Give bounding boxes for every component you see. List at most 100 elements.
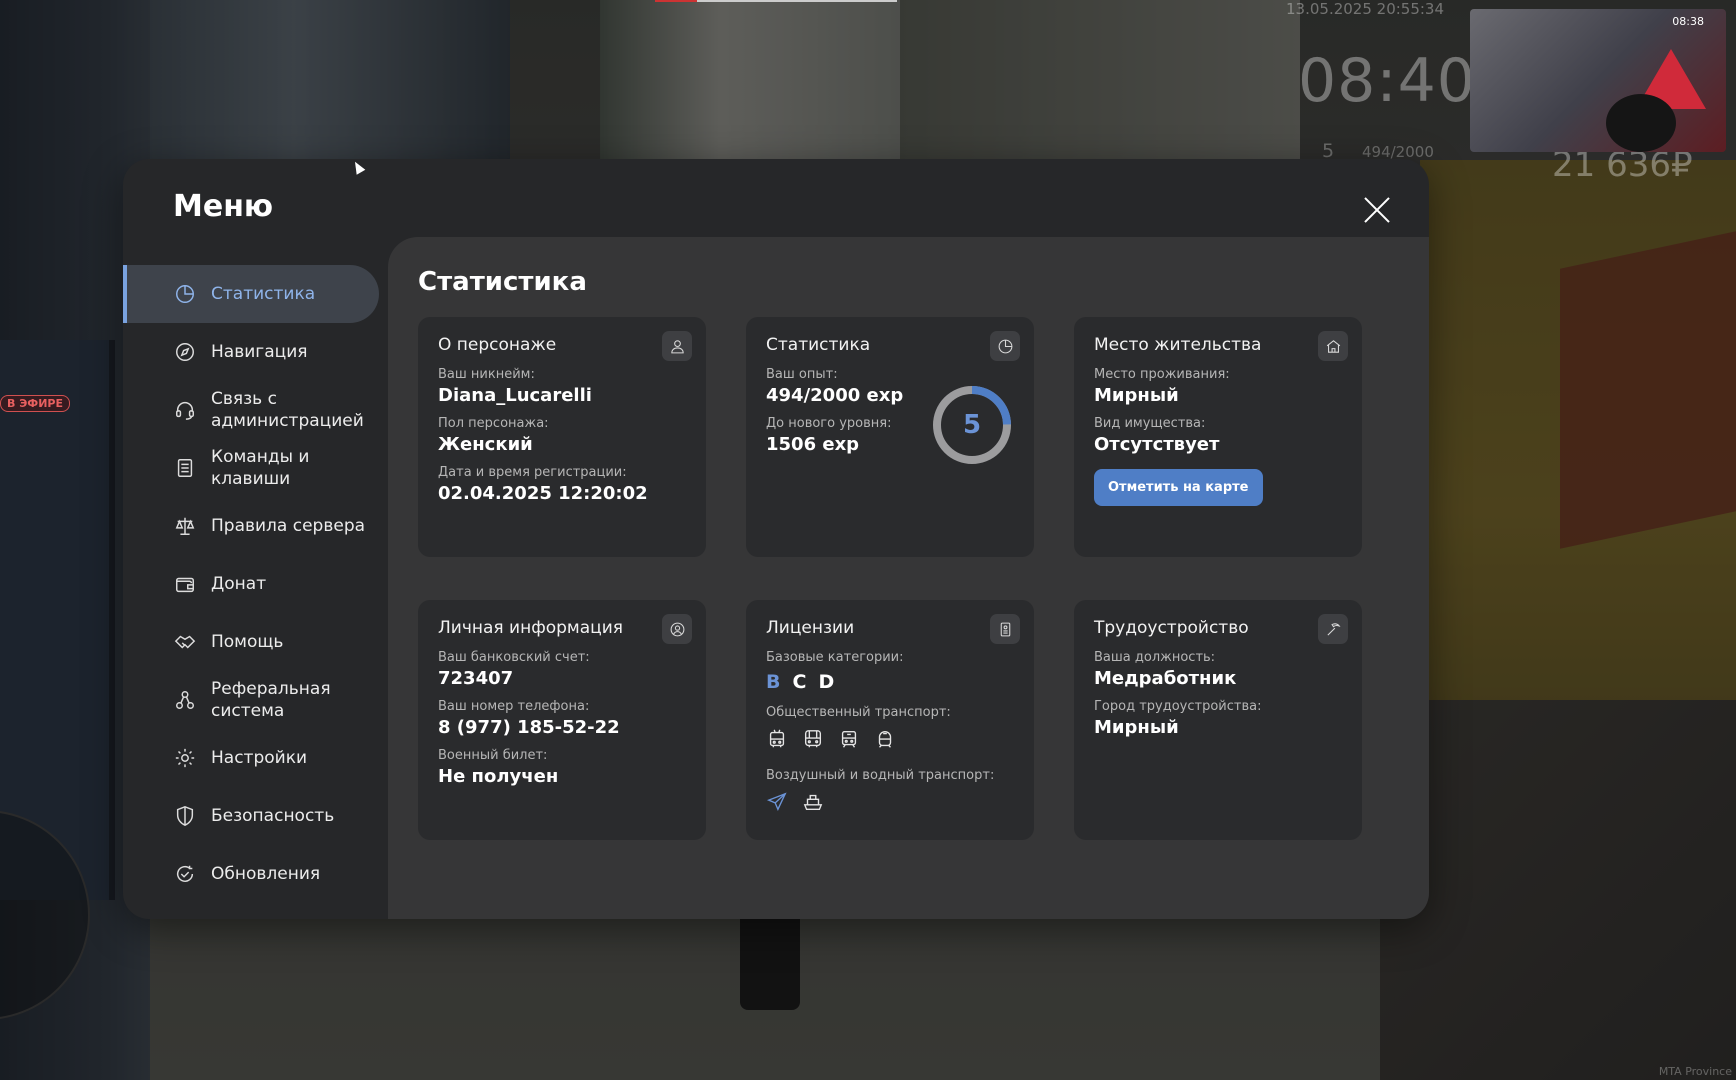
property-value: Отсутствует (1094, 434, 1220, 455)
sidebar-item-settings[interactable]: Настройки (123, 729, 379, 787)
shield-icon (173, 804, 197, 828)
sidebar-item-navigation[interactable]: Навигация (123, 323, 379, 381)
property-label: Вид имущества: (1094, 416, 1206, 431)
level-ring: 5 (932, 385, 1012, 465)
card-licenses: Лицензии Базовые категории: B C D Общест… (746, 600, 1034, 840)
job-city-label: Город трудоустройства: (1094, 699, 1262, 714)
license-icon (990, 614, 1020, 644)
sidebar-item-updates[interactable]: Обновления (123, 845, 379, 903)
public-transport-icons (766, 728, 1014, 754)
server-watermark: MTA Province (1658, 1065, 1732, 1078)
plane-icon (766, 791, 788, 817)
mark-on-map-button[interactable]: Отметить на карте (1094, 469, 1263, 506)
card-job: Трудоустройство Ваша должность: Медработ… (1074, 600, 1362, 840)
house-icon (1318, 331, 1348, 361)
air-water-transport-label: Воздушный и водный транспорт: (766, 768, 995, 783)
hud-time: 08:40 (1298, 46, 1476, 116)
base-categories-label: Базовые категории: (766, 650, 904, 665)
phone-value: 8 (977) 185-52-22 (438, 717, 620, 738)
menu-title: Меню (173, 189, 274, 224)
sidebar-item-label: Связь с администрацией (211, 389, 364, 431)
sidebar-item-label: Статистика (211, 284, 316, 304)
sidebar-item-label: Реферальная система (211, 679, 331, 721)
sidebar-item-help[interactable]: Помощь (123, 613, 379, 671)
compass-icon (173, 340, 197, 364)
hud-datetime: 13.05.2025 20:55:34 (1286, 0, 1445, 18)
sidebar-item-security[interactable]: Безопасность (123, 787, 379, 845)
bank-value: 723407 (438, 668, 514, 689)
gender-value: Женский (438, 434, 533, 455)
license-b: B (766, 671, 781, 693)
content-panel: Статистика О персонаже Ваш никнейм: Dian… (388, 237, 1429, 919)
license-d: D (818, 671, 835, 693)
sidebar-item-donate[interactable]: Донат (123, 555, 379, 613)
card-personal: Личная информация Ваш банковский счет: 7… (418, 600, 706, 840)
user-icon (662, 331, 692, 361)
pickaxe-icon (1318, 614, 1348, 644)
refresh-check-icon (173, 862, 197, 886)
military-value: Не получен (438, 766, 559, 787)
minimap-radar (1606, 94, 1676, 152)
pie-chart-icon (173, 282, 197, 306)
train-icon (874, 728, 896, 754)
sidebar-item-referral[interactable]: Реферальная система (123, 671, 379, 729)
position-value: Медработник (1094, 668, 1237, 689)
tram-icon (838, 728, 860, 754)
card-title: О персонаже (438, 335, 557, 355)
sidebar-item-label: Помощь (211, 632, 284, 652)
sidebar-item-label: Безопасность (211, 806, 335, 826)
sidebar-item-label: Команды и клавиши (211, 447, 310, 489)
job-city-value: Мирный (1094, 717, 1179, 738)
card-title: Статистика (766, 335, 871, 355)
sidebar-item-statistics[interactable]: Статистика (123, 265, 379, 323)
card-title: Лицензии (766, 618, 855, 638)
sidebar-item-label: Настройки (211, 748, 308, 768)
phone-label: Ваш номер телефона: (438, 699, 590, 714)
minimap-time: 08:38 (1672, 15, 1704, 28)
headset-icon (173, 398, 197, 422)
on-air-badge: В ЭФИРЕ (0, 395, 70, 412)
document-icon (173, 456, 197, 480)
license-categories: B C D (766, 671, 1014, 693)
position-label: Ваша должность: (1094, 650, 1216, 665)
page-title: Статистика (418, 267, 587, 297)
menu-window: Меню Статистика Навигация Связь с админи… (123, 159, 1429, 919)
sidebar-item-rules[interactable]: Правила сервера (123, 497, 379, 555)
gear-icon (173, 746, 197, 770)
military-label: Военный билет: (438, 748, 548, 763)
sidebar-item-label: Навигация (211, 342, 308, 362)
hud-armor-bar (697, 0, 897, 2)
bank-label: Ваш банковский счет: (438, 650, 590, 665)
sidebar-item-commands[interactable]: Команды и клавиши (123, 439, 379, 497)
bus-icon (802, 728, 824, 754)
air-water-transport-icons (766, 791, 1014, 817)
exp-label: Ваш опыт: (766, 367, 838, 382)
place-label: Место проживания: (1094, 367, 1230, 382)
scales-icon (173, 514, 197, 538)
sidebar: Статистика Навигация Связь с администрац… (123, 265, 388, 903)
card-residence: Место жительства Место проживания: Мирны… (1074, 317, 1362, 557)
sidebar-item-admin-contact[interactable]: Связь с администрацией (123, 381, 379, 439)
close-icon[interactable] (1362, 195, 1392, 225)
user-circle-icon (662, 614, 692, 644)
card-title: Трудоустройство (1094, 618, 1249, 638)
minimap: 08:38 (1470, 9, 1726, 152)
level-number: 5 (962, 410, 982, 440)
card-about: О персонаже Ваш никнейм: Diana_Lucarelli… (418, 317, 706, 557)
reg-label: Дата и время регистрации: (438, 465, 627, 480)
boat-icon (802, 791, 824, 817)
reg-value: 02.04.2025 12:20:02 (438, 483, 648, 504)
wallet-icon (173, 572, 197, 596)
gender-label: Пол персонажа: (438, 416, 549, 431)
sidebar-item-label: Обновления (211, 864, 321, 884)
sidebar-item-label: Донат (211, 574, 267, 594)
network-icon (173, 688, 197, 712)
card-title: Место жительства (1094, 335, 1262, 355)
pie-chart-icon (990, 331, 1020, 361)
handshake-icon (173, 630, 197, 654)
public-transport-label: Общественный транспорт: (766, 705, 951, 720)
place-value: Мирный (1094, 385, 1179, 406)
hud-health-bar (655, 0, 697, 2)
card-title: Личная информация (438, 618, 624, 638)
nick-value: Diana_Lucarelli (438, 385, 592, 406)
